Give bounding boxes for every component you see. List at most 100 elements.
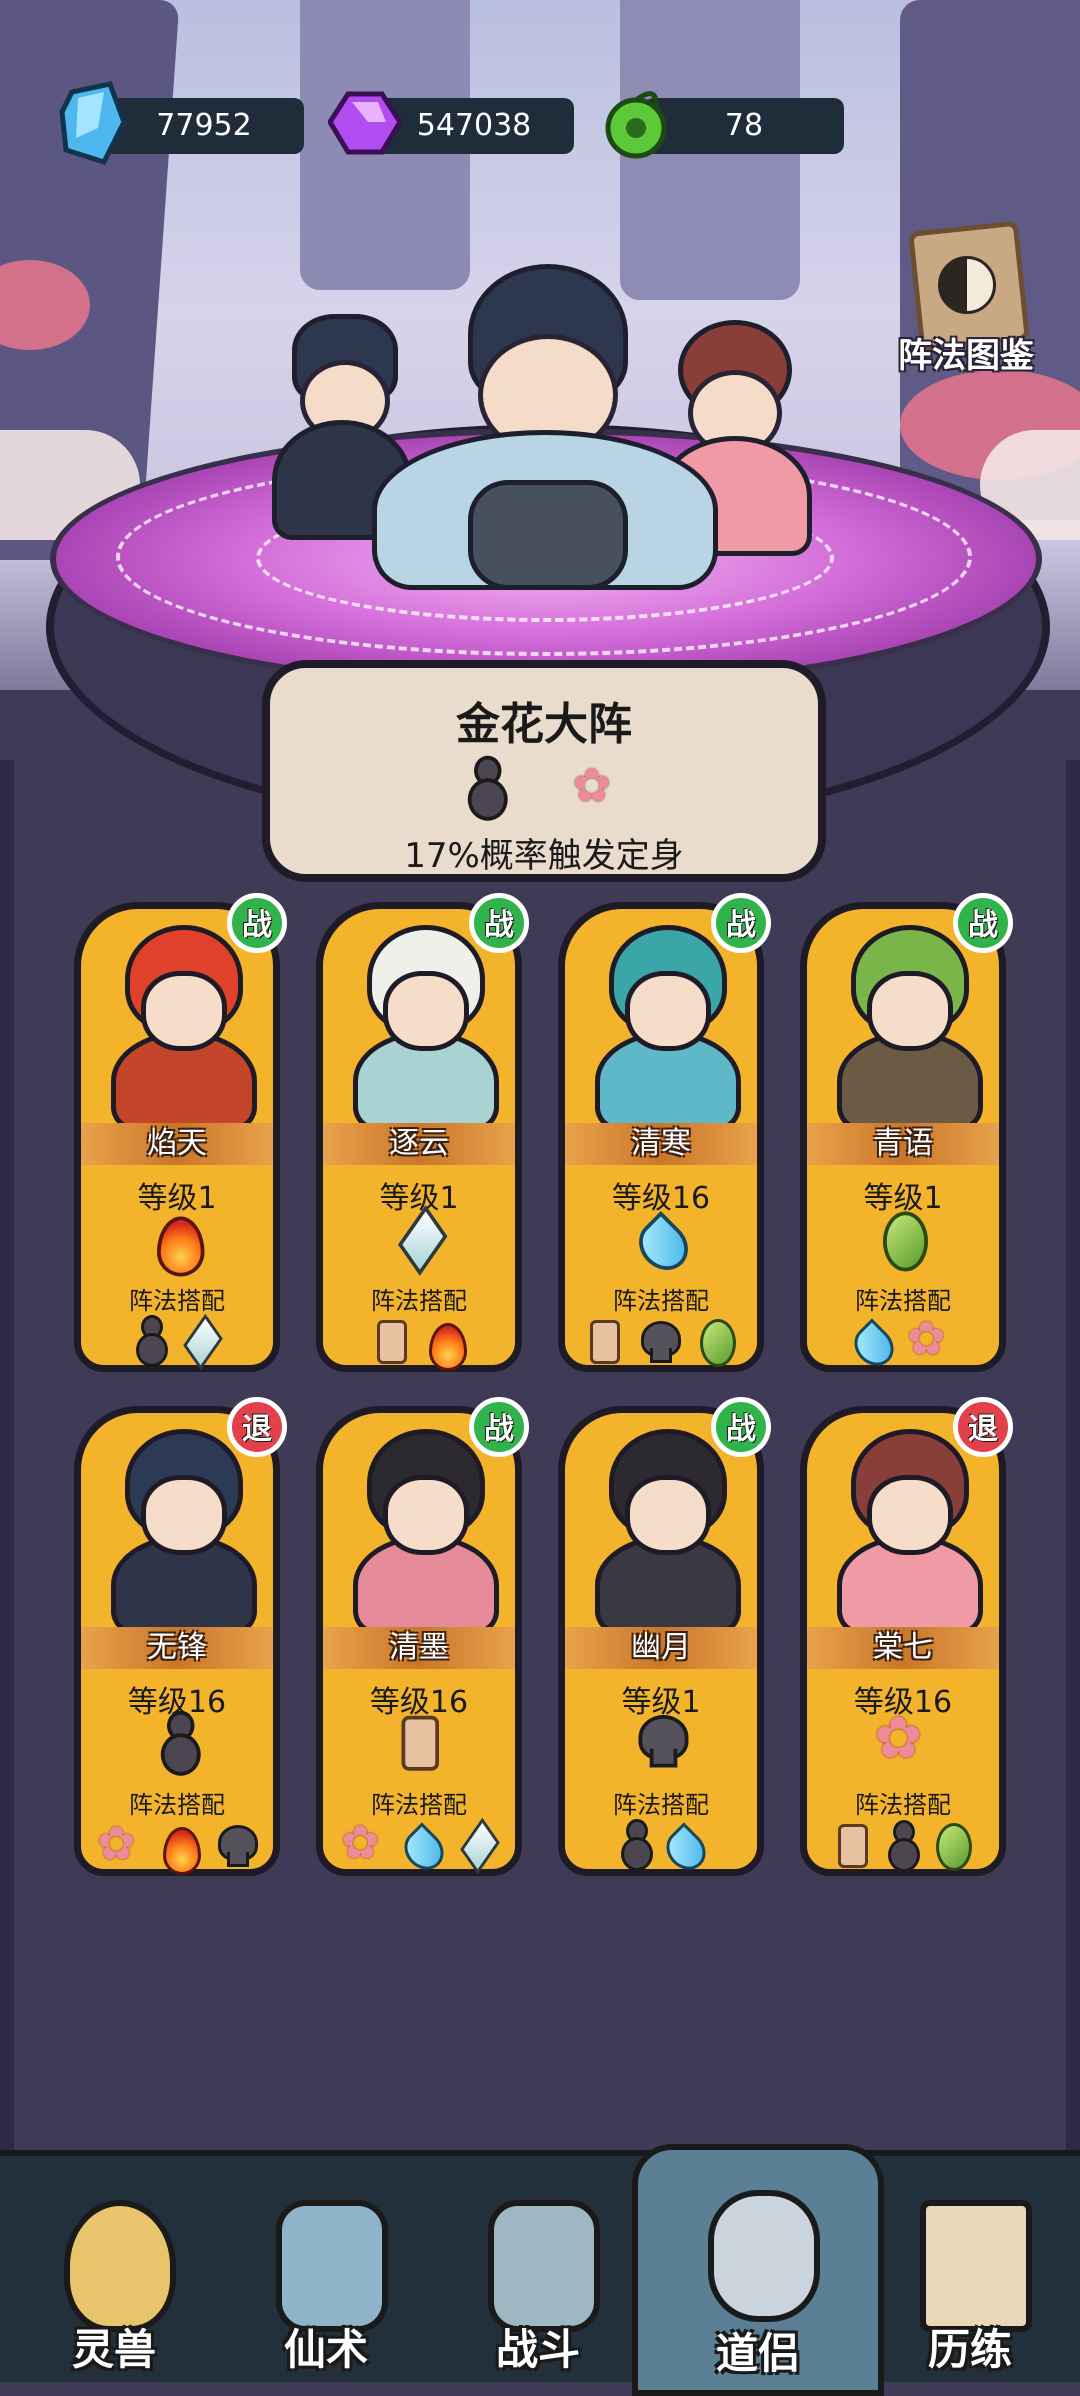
- formation-effect: 17%概率触发定身: [404, 836, 684, 876]
- combo-label: 阵法搭配: [371, 1287, 467, 1315]
- skull-icon: [635, 1711, 689, 1769]
- wood-icon: [696, 1315, 736, 1367]
- flower-icon: [97, 1816, 143, 1870]
- spirit-egg-icon: [64, 2200, 176, 2332]
- sword-icon: [488, 2200, 600, 2332]
- combo-icons: [323, 1815, 515, 1873]
- companion-card[interactable]: 幽月 等级1 阵法搭配 战: [558, 1397, 771, 1876]
- wood-icon: [932, 1819, 972, 1871]
- nav-spirit-beast[interactable]: 灵兽: [14, 2180, 214, 2380]
- companion-card[interactable]: 逐云 等级1 阵法搭配 战: [316, 893, 529, 1372]
- gourd-icon: [466, 755, 509, 821]
- water-icon: [403, 1819, 441, 1869]
- companion-element: [807, 1211, 999, 1273]
- nav-label: 灵兽: [71, 2325, 156, 2374]
- companion-element: [565, 1213, 757, 1273]
- nav-companion[interactable]: 道侣: [632, 2144, 884, 2396]
- talisman-icon: [586, 1316, 622, 1366]
- skull-icon: [215, 1822, 258, 1868]
- talisman-icon: [834, 1820, 870, 1870]
- gourd-icon: [158, 1710, 201, 1776]
- deploy-badge[interactable]: 战: [711, 1397, 771, 1457]
- companion-name: 幽月: [565, 1627, 757, 1669]
- combo-label: 阵法搭配: [855, 1791, 951, 1819]
- nav-spell[interactable]: 仙术: [226, 2180, 426, 2380]
- purple-gem-icon: [328, 91, 402, 155]
- flower-icon: [907, 1311, 953, 1365]
- combo-label: 阵法搭配: [613, 1791, 709, 1819]
- gourd-icon: [134, 1315, 168, 1367]
- flower-icon: [573, 758, 619, 812]
- resource-crystal[interactable]: 77952: [58, 81, 304, 166]
- talisman-icon: [397, 1711, 442, 1774]
- companion-card[interactable]: 焰天 等级1 阵法搭配 战: [74, 893, 287, 1372]
- jade-count: 78: [644, 98, 844, 154]
- nav-training[interactable]: 历练: [870, 2180, 1070, 2380]
- deploy-badge[interactable]: 战: [953, 893, 1013, 953]
- combo-icons: [807, 1819, 999, 1873]
- companion-card[interactable]: 无锋 等级16 阵法搭配 退: [74, 1397, 287, 1876]
- lightning-scroll-icon: [276, 2200, 388, 2332]
- companion-name: 焰天: [81, 1123, 273, 1165]
- companion-card[interactable]: 清墨 等级16 阵法搭配 战: [316, 1397, 529, 1876]
- crystal-count: 77952: [104, 98, 304, 154]
- fire-icon: [159, 1819, 201, 1875]
- deploy-badge[interactable]: 战: [469, 1397, 529, 1457]
- metal-icon: [457, 1819, 497, 1869]
- wood-icon: [878, 1207, 928, 1272]
- pillar: [1066, 760, 1080, 2160]
- nav-label: 仙术: [283, 2325, 368, 2374]
- companion-name: 无锋: [81, 1627, 273, 1669]
- nav-battle[interactable]: 战斗: [438, 2180, 638, 2380]
- fire-icon: [425, 1315, 467, 1371]
- companion-name: 棠七: [807, 1627, 999, 1669]
- bottom-navigation: 灵兽 仙术 战斗 道侣 历练: [0, 2144, 1080, 2396]
- retire-badge[interactable]: 退: [953, 1397, 1013, 1457]
- gem-count: 547038: [374, 98, 574, 154]
- combo-icons: [807, 1311, 999, 1369]
- metal-icon: [180, 1315, 220, 1365]
- green-jade-icon: [605, 91, 667, 159]
- companion-element: [323, 1715, 515, 1777]
- formation-name: 金花大阵: [456, 699, 632, 750]
- metal-icon: [394, 1207, 444, 1270]
- companion-element: [323, 1213, 515, 1273]
- companion-element: [565, 1715, 757, 1777]
- combo-label: 阵法搭配: [855, 1287, 951, 1315]
- flower-icon: [341, 1815, 387, 1869]
- skull-icon: [638, 1318, 681, 1364]
- taiji-icon: [938, 256, 996, 314]
- companion-card[interactable]: 青语 等级1 阵法搭配 战: [800, 893, 1013, 1372]
- flower-icon: [874, 1704, 932, 1772]
- nav-label: 战斗: [495, 2325, 580, 2374]
- deploy-badge[interactable]: 战: [711, 893, 771, 953]
- combo-label: 阵法搭配: [613, 1287, 709, 1315]
- companion-element: [81, 1710, 273, 1777]
- companion-name: 青语: [807, 1123, 999, 1165]
- blue-crystal-icon: [59, 81, 127, 166]
- companion-icon: [708, 2190, 820, 2322]
- water-icon: [665, 1819, 703, 1869]
- combo-icons: [81, 1816, 273, 1875]
- companion-card[interactable]: 棠七 等级16 阵法搭配 退: [800, 1397, 1013, 1876]
- resource-jade[interactable]: 78: [598, 91, 844, 159]
- gourd-icon: [619, 1819, 653, 1871]
- resource-gem[interactable]: 547038: [328, 91, 574, 156]
- deploy-badge[interactable]: 战: [469, 893, 529, 953]
- combo-icons: [565, 1819, 757, 1873]
- companion-name: 逐云: [323, 1123, 515, 1165]
- deploy-badge[interactable]: 战: [227, 893, 287, 953]
- water-icon: [637, 1207, 685, 1270]
- companion-name: 清墨: [323, 1627, 515, 1669]
- companion-element: [81, 1213, 273, 1277]
- formation-codex-button[interactable]: 阵法图鉴: [890, 220, 1040, 376]
- companion-card[interactable]: 清寒 等级16 阵法搭配 战: [558, 893, 771, 1372]
- retire-badge[interactable]: 退: [227, 1397, 287, 1457]
- water-icon: [853, 1315, 891, 1365]
- pillar: [0, 760, 14, 2160]
- nav-label: 道侣: [715, 2329, 800, 2378]
- formation-info-panel[interactable]: 金花大阵 17%概率触发定身: [262, 660, 826, 882]
- codex-label: 阵法图鉴: [898, 336, 1034, 376]
- painting-scroll-icon: [920, 2200, 1032, 2332]
- talisman-icon: [373, 1316, 409, 1366]
